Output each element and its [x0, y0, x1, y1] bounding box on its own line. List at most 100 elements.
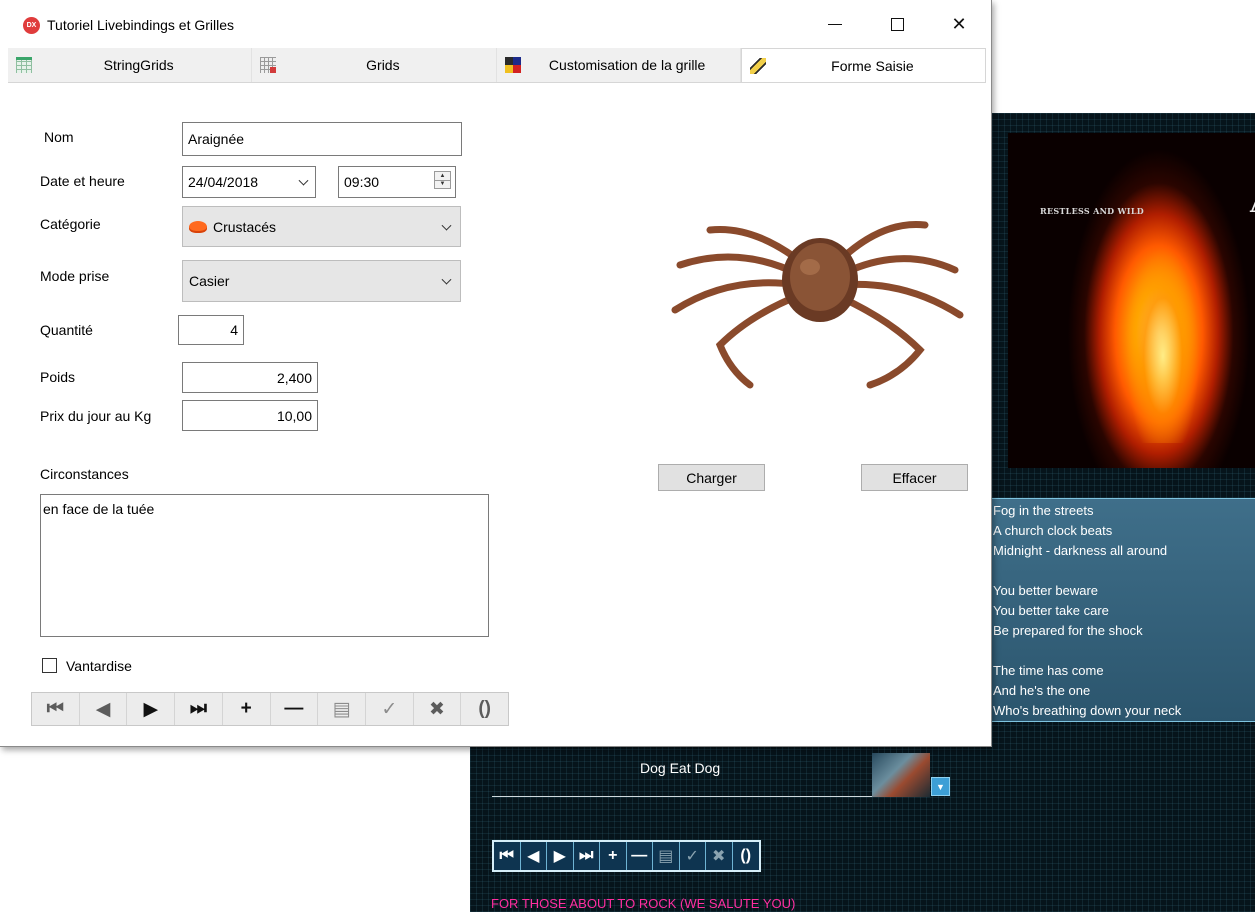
bg-nav-refresh-button[interactable]: () — [733, 842, 760, 870]
song-album-thumbnail — [872, 753, 930, 797]
nav-next-button[interactable]: ▶ — [127, 693, 176, 725]
album-logo-text: A — [1250, 189, 1255, 219]
tab-forme-saisie[interactable]: Forme Saisie — [740, 48, 986, 82]
nav-delete-button[interactable]: — — [271, 693, 319, 725]
chevron-down-icon[interactable] — [441, 274, 452, 285]
prix-label: Prix du jour au Kg — [40, 408, 152, 424]
prix-value: 10,00 — [276, 407, 312, 424]
nom-label: Nom — [44, 129, 74, 145]
crab-highlight — [800, 259, 820, 275]
chevron-down-icon[interactable] — [298, 175, 309, 186]
bg-nav-prior-button[interactable]: ◀ — [521, 842, 547, 870]
tab-stringgrids[interactable]: StringGrids — [8, 48, 253, 82]
bg-nav-post-button[interactable]: ✓ — [680, 842, 706, 870]
crab-leg — [676, 253, 804, 279]
grid-icon — [260, 57, 277, 73]
lyrics-line: And he's the one — [993, 683, 1091, 698]
customization-icon — [504, 57, 521, 73]
tab-label: StringGrids — [103, 57, 174, 73]
song-title-underline — [492, 796, 872, 797]
mode-prise-value: Casier — [189, 273, 230, 289]
bg-nav-delete-button[interactable]: — — [627, 842, 653, 870]
maximize-icon — [890, 17, 904, 31]
lyrics-line: Who's breathing down your neck — [993, 703, 1182, 718]
prix-input[interactable]: 10,00 — [182, 400, 318, 431]
lyrics-line: You better take care — [993, 603, 1109, 618]
stringgrid-icon — [16, 57, 32, 73]
close-icon: ✕ — [951, 13, 967, 34]
quantite-value: 4 — [230, 322, 238, 338]
album-cover-image: RESTLESS AND WILD A — [1008, 133, 1255, 468]
crab-carapace — [790, 243, 850, 311]
spin-up-icon[interactable]: ▲ — [435, 172, 450, 180]
poids-label: Poids — [40, 369, 76, 385]
nav-refresh-button[interactable]: () — [461, 693, 508, 725]
maximize-button[interactable] — [874, 6, 920, 42]
tab-label: Forme Saisie — [831, 57, 914, 74]
nav-edit-button[interactable]: ▤ — [318, 693, 366, 725]
lyrics-stanza: The time has come And he's the one Who's… — [993, 661, 1252, 721]
tab-label: Grids — [366, 57, 400, 73]
nav-post-button[interactable]: ✓ — [366, 693, 414, 725]
tab-label: Customisation de la grille — [548, 57, 706, 73]
nom-input[interactable]: Araignée — [182, 122, 462, 156]
lyrics-panel[interactable]: Fog in the streets A church clock beats … — [988, 498, 1255, 722]
bg-nav-last-button[interactable]: ⏭ — [574, 842, 600, 870]
mode-prise-combobox[interactable]: Casier — [182, 260, 461, 302]
quantite-input[interactable]: 4 — [178, 315, 244, 345]
minimize-icon — [828, 23, 842, 25]
nav-prior-button[interactable]: ◀ — [80, 693, 128, 725]
circonstances-textarea[interactable]: en face de la tuée — [40, 494, 489, 637]
nom-value: Araignée — [188, 131, 245, 147]
song-dropdown-button[interactable]: ▼ — [931, 777, 950, 796]
dropdown-arrow-icon: ▼ — [936, 781, 945, 792]
album-title: FOR THOSE ABOUT TO ROCK (WE SALUTE YOU) — [491, 896, 796, 911]
bg-nav-first-button[interactable]: ⏮ — [494, 842, 521, 870]
close-button[interactable]: ✕ — [936, 6, 982, 42]
nav-insert-button[interactable]: + — [223, 693, 271, 725]
title-bar[interactable]: DX Tutoriel Livebindings et Grilles ✕ — [0, 0, 991, 48]
charger-button[interactable]: Charger — [658, 464, 765, 491]
tab-customisation[interactable]: Customisation de la grille — [496, 48, 741, 82]
crab-photo — [671, 221, 964, 389]
categorie-combobox[interactable]: Crustacés — [182, 206, 461, 247]
time-picker[interactable]: 09:30 ▲ ▼ — [338, 166, 456, 198]
date-label: Date et heure — [40, 173, 125, 189]
date-picker[interactable]: 24/04/2018 — [182, 166, 316, 198]
lyrics-line: Be prepared for the shock — [993, 623, 1143, 638]
tab-bar: StringGrids Grids Customisation de la gr… — [8, 48, 986, 83]
effacer-button[interactable]: Effacer — [861, 464, 968, 491]
lyrics-line: A church clock beats — [993, 523, 1113, 538]
main-window: DX Tutoriel Livebindings et Grilles ✕ St… — [0, 0, 992, 747]
tab-grids[interactable]: Grids — [252, 48, 497, 82]
bg-nav-cancel-button[interactable]: ✖ — [706, 842, 733, 870]
lyrics-stanza: You better beware You better take care B… — [993, 581, 1252, 641]
nav-last-button[interactable]: ⏭ — [175, 693, 223, 725]
nav-cancel-button[interactable]: ✖ — [414, 693, 462, 725]
app-icon: DX — [23, 17, 40, 34]
pencil-icon — [749, 58, 766, 74]
bg-nav-edit-button[interactable]: ▤ — [653, 842, 680, 870]
categorie-value: Crustacés — [213, 218, 277, 235]
circonstances-value: en face de la tuée — [43, 501, 155, 517]
lyrics-line: You better beware — [993, 583, 1099, 598]
song-title: Dog Eat Dog — [640, 760, 721, 776]
circonstances-label: Circonstances — [40, 466, 129, 482]
minimize-button[interactable] — [812, 6, 858, 42]
categorie-label: Catégorie — [40, 216, 101, 232]
bg-nav-next-button[interactable]: ▶ — [547, 842, 574, 870]
time-spin-buttons[interactable]: ▲ ▼ — [434, 171, 451, 189]
nav-first-button[interactable]: ⏮ — [32, 693, 80, 725]
quantite-label: Quantité — [40, 322, 93, 338]
lyrics-line: Midnight - darkness all around — [993, 543, 1168, 558]
lyrics-line: The time has come — [993, 663, 1104, 678]
album-band-text: RESTLESS AND WILD — [1040, 206, 1144, 216]
chevron-down-icon[interactable] — [441, 220, 452, 231]
spin-down-icon[interactable]: ▼ — [435, 179, 450, 189]
crab-leg — [836, 293, 925, 389]
poids-value: 2,400 — [276, 369, 312, 386]
vantardise-label: Vantardise — [66, 658, 132, 674]
bg-nav-insert-button[interactable]: + — [600, 842, 627, 870]
vantardise-checkbox[interactable] — [42, 658, 57, 673]
poids-input[interactable]: 2,400 — [182, 362, 318, 393]
